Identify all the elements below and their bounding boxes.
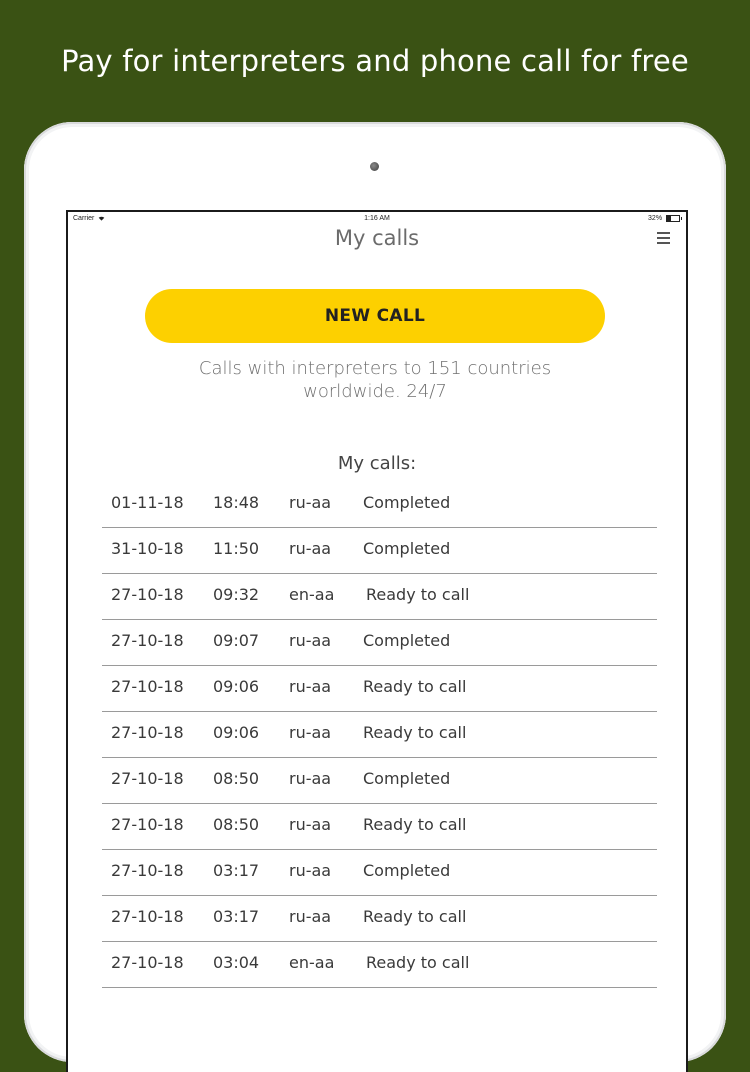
call-time: 09:06 [213, 677, 260, 696]
call-time: 08:50 [213, 769, 260, 788]
call-time: 11:50 [213, 539, 260, 558]
call-row[interactable]: 27-10-18 03:04 en-aa Ready to call [102, 942, 657, 988]
call-time: 03:04 [213, 953, 260, 972]
call-time: 03:17 [213, 861, 260, 880]
call-row[interactable]: 27-10-18 09:06 ru-aa Ready to call [102, 666, 657, 712]
call-status: Ready to call [366, 953, 470, 972]
call-row[interactable]: 27-10-18 03:17 ru-aa Completed [102, 850, 657, 896]
call-date: 01-11-18 [111, 493, 184, 512]
tagline-line-1: Calls with interpreters to 151 countries [198, 358, 552, 379]
call-row[interactable]: 27-10-18 08:50 ru-aa Completed [102, 758, 657, 804]
status-battery: 32% [648, 215, 682, 222]
call-time: 09:06 [213, 723, 260, 742]
call-language: ru-aa [289, 769, 332, 788]
call-language: ru-aa [289, 723, 332, 742]
call-status: Completed [363, 631, 451, 650]
call-language: en-aa [289, 585, 335, 604]
call-language: ru-aa [289, 677, 332, 696]
call-row[interactable]: 27-10-18 09:06 ru-aa Ready to call [102, 712, 657, 758]
call-date: 27-10-18 [111, 815, 184, 834]
call-row[interactable]: 27-10-18 03:17 ru-aa Ready to call [102, 896, 657, 942]
call-date: 27-10-18 [111, 585, 184, 604]
call-row[interactable]: 31-10-18 11:50 ru-aa Completed [102, 528, 657, 574]
call-time: 08:50 [213, 815, 260, 834]
camera-icon [370, 162, 379, 171]
calls-list: 01-11-18 18:48 ru-aa Completed 31-10-18 … [102, 482, 657, 988]
service-tagline: Calls with interpreters to 151 countries… [148, 357, 602, 403]
call-language: ru-aa [289, 539, 332, 558]
call-time: 09:07 [213, 631, 260, 650]
call-date: 27-10-18 [111, 631, 184, 650]
calls-heading: My calls: [337, 453, 417, 474]
status-time: 1:16 AM [364, 215, 390, 222]
call-language: ru-aa [289, 815, 332, 834]
hamburger-menu-icon[interactable] [657, 232, 670, 244]
call-language: en-aa [289, 953, 335, 972]
call-date: 27-10-18 [111, 723, 184, 742]
call-row[interactable]: 27-10-18 09:32 en-aa Ready to call [102, 574, 657, 620]
call-status: Ready to call [363, 677, 467, 696]
call-language: ru-aa [289, 907, 332, 926]
call-date: 31-10-18 [111, 539, 184, 558]
promo-banner-text: Pay for interpreters and phone call for … [61, 44, 689, 78]
call-time: 03:17 [213, 907, 260, 926]
tagline-line-2: worldwide. 24/7 [303, 381, 447, 402]
call-status: Ready to call [363, 907, 467, 926]
call-date: 27-10-18 [111, 677, 184, 696]
call-time: 18:48 [213, 493, 260, 512]
call-row[interactable]: 01-11-18 18:48 ru-aa Completed [102, 482, 657, 528]
tablet-frame: Carrier 1:16 AM 32% My calls NEW CALL Ca… [24, 122, 726, 1072]
call-status: Ready to call [366, 585, 470, 604]
page-title: My calls [334, 226, 420, 250]
call-status: Ready to call [363, 815, 467, 834]
call-time: 09:32 [213, 585, 260, 604]
status-bar: Carrier 1:16 AM 32% [68, 212, 686, 226]
call-status: Ready to call [363, 723, 467, 742]
call-row[interactable]: 27-10-18 09:07 ru-aa Completed [102, 620, 657, 666]
call-language: ru-aa [289, 631, 332, 650]
battery-icon [666, 215, 682, 222]
call-date: 27-10-18 [111, 953, 184, 972]
new-call-button[interactable]: NEW CALL [145, 289, 605, 343]
app-screen: Carrier 1:16 AM 32% My calls NEW CALL Ca… [66, 210, 688, 1072]
call-status: Completed [363, 493, 451, 512]
battery-percent: 32% [648, 215, 663, 222]
call-date: 27-10-18 [111, 907, 184, 926]
call-status: Completed [363, 769, 451, 788]
call-language: ru-aa [289, 861, 332, 880]
call-date: 27-10-18 [111, 769, 184, 788]
call-status: Completed [363, 539, 451, 558]
call-status: Completed [363, 861, 451, 880]
call-date: 27-10-18 [111, 861, 184, 880]
call-language: ru-aa [289, 493, 332, 512]
call-row[interactable]: 27-10-18 08:50 ru-aa Ready to call [102, 804, 657, 850]
